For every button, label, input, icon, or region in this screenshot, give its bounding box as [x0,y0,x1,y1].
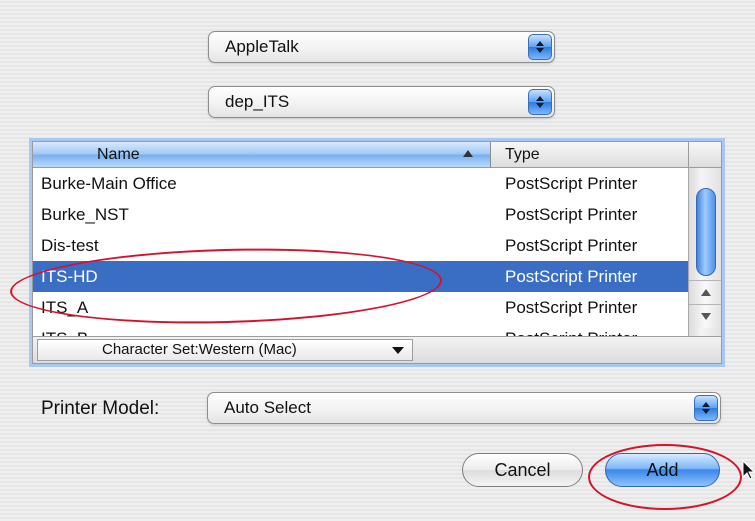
column-header-name[interactable]: Name [33,142,491,167]
header-corner [688,142,721,168]
printer-rows: Burke-Main Office PostScript Printer Bur… [33,168,688,336]
protocol-popup-value: AppleTalk [225,37,299,56]
column-header-type[interactable]: Type [505,142,540,167]
protocol-popup[interactable]: AppleTalk [208,31,555,63]
printer-name: Dis-test [41,236,99,255]
mouse-cursor-icon [742,460,755,480]
table-row[interactable]: Dis-test PostScript Printer [33,230,688,261]
table-row[interactable]: ITS_B PostScript Printer [33,323,688,336]
printer-type: PostScript Printer [505,174,638,193]
printer-list: Name Type Burke-Main Office PostScript P… [32,141,722,364]
table-row[interactable]: Burke-Main Office PostScript Printer [33,168,688,199]
zone-popup[interactable]: dep_ITS [208,86,555,118]
zone-popup-value: dep_ITS [225,92,290,111]
printer-name: ITS_B [41,323,88,336]
table-row[interactable]: Burke_NST PostScript Printer [33,199,688,230]
arrow-down-icon [700,313,711,320]
column-header-type-label: Type [505,146,540,163]
printer-type: PostScript Printer [505,298,638,317]
popup-arrows-icon [528,34,552,60]
printer-name: Burke_NST [41,205,129,224]
printer-type: PostScript Printer [505,236,638,255]
arrow-up-icon [700,289,711,296]
character-set-label: Character Set:Western (Mac) [102,341,297,358]
scroll-up-button[interactable] [689,280,721,304]
table-row[interactable]: ITS_A PostScript Printer [33,292,688,323]
printer-name: ITS-HD [41,267,98,286]
list-header: Name Type [33,142,688,168]
printer-name: Burke-Main Office [41,174,177,193]
printer-type: PostScript Printer [505,267,638,286]
character-set-popup[interactable]: Character Set:Western (Mac) [37,339,413,361]
add-button-label: Add [646,459,679,480]
column-header-name-label: Name [97,146,140,163]
printer-model-value: Auto Select [224,398,311,417]
cancel-button-label: Cancel [494,459,551,480]
cancel-button[interactable]: Cancel [462,453,583,487]
scroll-down-button[interactable] [689,304,721,328]
scroll-thumb[interactable] [696,188,716,276]
table-row-selected[interactable]: ITS-HD PostScript Printer [33,261,688,292]
sort-ascending-icon [463,150,473,157]
printer-model-popup[interactable]: Auto Select [207,392,721,424]
charset-bar: Character Set:Western (Mac) [33,336,721,363]
vertical-scrollbar[interactable] [688,168,721,336]
popup-arrows-icon [528,89,552,115]
popup-arrows-icon [694,395,718,421]
printer-type: PostScript Printer [505,205,638,224]
printer-name: ITS_A [41,298,89,317]
printer-type: PostScript Printer [505,323,637,336]
add-button[interactable]: Add [605,453,720,487]
chevron-down-icon [392,347,404,354]
printer-model-label: Printer Model: [41,398,160,419]
